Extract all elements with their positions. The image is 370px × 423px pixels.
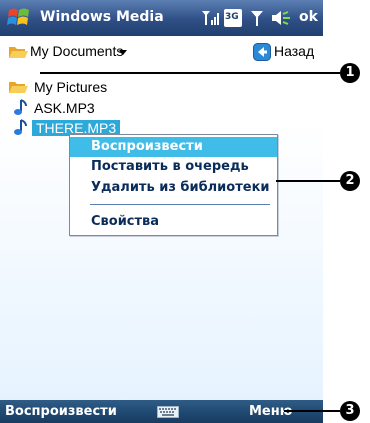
- device-screen: Windows Media 3G ok My Documents Назад M…: [0, 0, 323, 423]
- back-arrow-icon[interactable]: [253, 43, 271, 61]
- callout-line-2: [276, 180, 340, 182]
- current-folder-dropdown[interactable]: My Documents: [30, 43, 123, 59]
- list-item[interactable]: My Pictures: [8, 77, 208, 97]
- music-note-icon: [14, 119, 27, 135]
- start-logo-icon[interactable]: [6, 5, 32, 31]
- navigation-bar: My Documents Назад: [0, 40, 323, 64]
- callout-line-1: [40, 72, 340, 74]
- play-softkey[interactable]: Воспроизвести: [5, 404, 117, 419]
- chevron-down-icon[interactable]: [118, 48, 128, 56]
- callout-line-3: [284, 410, 340, 412]
- menu-item-properties[interactable]: Свойства: [70, 212, 277, 232]
- open-folder-icon: [9, 82, 28, 93]
- ok-button[interactable]: ok: [299, 9, 318, 25]
- title-bar: Windows Media 3G ok: [0, 0, 323, 36]
- callout-marker-1: 1: [340, 63, 360, 83]
- speaker-icon[interactable]: [270, 9, 292, 27]
- network-type-label: 3G: [225, 12, 239, 22]
- file-name: My Pictures: [34, 79, 108, 95]
- signal-strength-icon[interactable]: [201, 9, 221, 27]
- menu-item-play[interactable]: Воспроизвести: [70, 137, 277, 157]
- menu-item-remove-from-library[interactable]: Удалить из библиотеки: [70, 178, 277, 198]
- context-menu: Воспроизвести Поставить в очередь Удалит…: [69, 134, 278, 236]
- callout-marker-3: 3: [340, 401, 360, 421]
- menu-item-label: Поставить в очередь: [91, 159, 249, 174]
- open-folder-icon: [9, 47, 28, 58]
- menu-item-label: Воспроизвести: [91, 139, 203, 154]
- window-title: Windows Media: [40, 9, 164, 25]
- menu-divider: [90, 204, 270, 205]
- 3g-icon[interactable]: 3G: [224, 9, 242, 27]
- menu-item-label: Удалить из библиотеки: [91, 180, 270, 195]
- bottom-command-bar: Воспроизвести Меню: [0, 400, 323, 423]
- menu-item-label: Свойства: [91, 214, 160, 229]
- keyboard-icon[interactable]: [157, 406, 179, 418]
- back-button[interactable]: Назад: [274, 43, 314, 59]
- music-note-icon: [14, 99, 27, 115]
- menu-item-queue[interactable]: Поставить в очередь: [70, 157, 277, 177]
- file-name: ASK.MP3: [34, 100, 95, 116]
- list-item[interactable]: ASK.MP3: [8, 98, 208, 118]
- callout-marker-2: 2: [340, 171, 360, 191]
- antenna-icon[interactable]: [249, 9, 265, 27]
